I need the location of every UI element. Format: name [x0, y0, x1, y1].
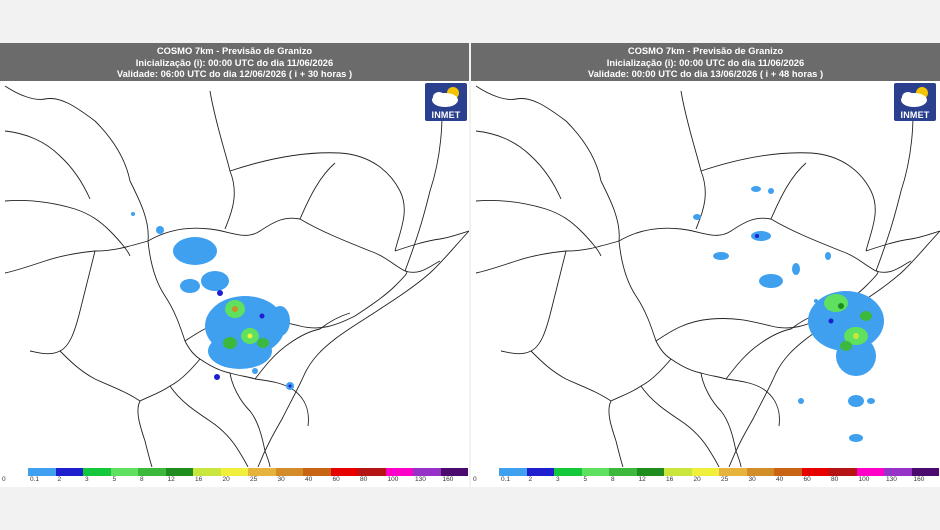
colorbar-label: 80 — [831, 476, 839, 483]
colorbar-label: 60 — [803, 476, 811, 483]
colorbar-label: 40 — [305, 476, 313, 483]
colorbar-swatch — [609, 468, 637, 476]
colorbar-swatch — [719, 468, 747, 476]
colorbar-label: 2 — [528, 476, 533, 483]
coastline — [257, 230, 469, 467]
colorbar-swatch — [303, 468, 331, 476]
colorbar-label: 16 — [195, 476, 203, 483]
colorbar-label: 20 — [222, 476, 230, 483]
political-boundaries — [475, 85, 940, 467]
colorbar-swatch — [636, 468, 664, 476]
hail-forecast-panel-48h: COSMO 7km - Previsão de Granizo Iniciali… — [471, 43, 940, 487]
colorbar-label: 25 — [721, 476, 729, 483]
weather-cloud-icon — [901, 87, 928, 107]
colorbar-label: 130 — [886, 476, 897, 483]
hail-cells — [131, 212, 294, 390]
colorbar-swatch — [526, 468, 554, 476]
colorbar-swatch — [330, 468, 358, 476]
colorbar-label: 30 — [748, 476, 756, 483]
colorbar-label: 100 — [858, 476, 870, 483]
region-map — [475, 85, 940, 467]
colorbar-swatch — [664, 468, 692, 476]
colorbar-label: 100 — [387, 476, 399, 483]
panel-header: COSMO 7km - Previsão de Granizo Iniciali… — [471, 43, 940, 81]
colorbar-label: 16 — [666, 476, 674, 483]
colorbar-label: 40 — [776, 476, 784, 483]
colorbar-swatch — [691, 468, 719, 476]
hail-forecast-panel-30h: COSMO 7km - Previsão de Granizo Iniciali… — [0, 43, 469, 487]
colorbar-label: 60 — [332, 476, 340, 483]
logo-text: INMET — [900, 110, 930, 120]
panel-title: COSMO 7km - Previsão de Granizo — [627, 45, 784, 56]
colorbar-swatch — [581, 468, 609, 476]
colorbar-swatch — [774, 468, 802, 476]
inmet-logo: INMET — [425, 83, 467, 121]
colorbar-label: 12 — [638, 476, 646, 483]
colorbar-label: 30 — [277, 476, 285, 483]
colorbar-swatch — [884, 468, 912, 476]
colorbar-swatch — [554, 468, 582, 476]
colorbar-label: 20 — [693, 476, 701, 483]
colorbar-label: 8 — [611, 476, 615, 483]
colorbar-label: 5 — [112, 476, 117, 483]
colorbar-swatch — [829, 468, 857, 476]
inmet-logo: INMET — [894, 83, 936, 121]
weather-cloud-icon — [432, 87, 459, 107]
initialization-line: Inicialização (i): 00:00 UTC do dia 11/0… — [135, 56, 334, 68]
colorbar-label: 2 — [57, 476, 62, 483]
colorbar-label: 0 — [2, 476, 6, 483]
initialization-line: Inicialização (i): 00:00 UTC do dia 11/0… — [606, 56, 805, 68]
colorbar-label: 3 — [556, 476, 560, 483]
logo-text: INMET — [431, 110, 461, 120]
colorbar-label: 0 — [473, 476, 477, 483]
colorbar-swatch — [801, 468, 829, 476]
colorbar-swatch — [856, 468, 884, 476]
colorbar-swatch — [358, 468, 386, 476]
colorbar-swatch — [413, 468, 441, 476]
colorbar-swatch — [138, 468, 166, 476]
colorbar-swatches — [473, 468, 939, 476]
region-map — [4, 85, 469, 467]
validity-line: Validade: 06:00 UTC do dia 12/06/2026 ( … — [116, 68, 353, 80]
colorbar-label: 160 — [442, 476, 454, 483]
colorbar-swatch — [165, 468, 193, 476]
colorbar-swatch — [28, 468, 56, 476]
colorbar-swatch — [83, 468, 111, 476]
colorbar-label: 25 — [250, 476, 258, 483]
panel-title: COSMO 7km - Previsão de Granizo — [156, 45, 313, 56]
colorbar-swatch — [499, 468, 527, 476]
panel-header: COSMO 7km - Previsão de Granizo Iniciali… — [0, 43, 469, 81]
colorbar-swatch — [248, 468, 276, 476]
hail-colorbar: 0 0.1 2 3 5 8 12 16 20 25 30 40 60 80 100 130 160 — [473, 467, 939, 485]
colorbar-label: 3 — [85, 476, 89, 483]
colorbar-label: 160 — [913, 476, 925, 483]
colorbar-swatch — [746, 468, 774, 476]
colorbar-label: 0.1 — [30, 476, 40, 483]
colorbar-swatch — [110, 468, 138, 476]
colorbar-swatch — [193, 468, 221, 476]
colorbar-swatch — [275, 468, 303, 476]
colorbar-label: 130 — [415, 476, 426, 483]
colorbar-label: 80 — [360, 476, 368, 483]
colorbar-swatch — [385, 468, 413, 476]
colorbar-swatch — [220, 468, 248, 476]
colorbar-swatch — [473, 468, 500, 476]
colorbar-label: 12 — [167, 476, 175, 483]
hail-cells — [693, 186, 884, 442]
hail-colorbar: 0 0.1 2 3 5 8 12 16 20 25 30 40 60 80 100 130 160 — [2, 467, 468, 485]
colorbar-swatches — [2, 468, 468, 476]
colorbar-label: 8 — [140, 476, 144, 483]
colorbar-swatch — [911, 468, 939, 476]
colorbar-swatch — [55, 468, 83, 476]
validity-line: Validade: 00:00 UTC do dia 13/06/2026 ( … — [587, 68, 824, 80]
political-boundaries — [4, 85, 469, 467]
colorbar-swatch — [2, 468, 29, 476]
colorbar-label: 5 — [583, 476, 588, 483]
colorbar-swatch — [440, 468, 468, 476]
colorbar-label: 0.1 — [501, 476, 511, 483]
